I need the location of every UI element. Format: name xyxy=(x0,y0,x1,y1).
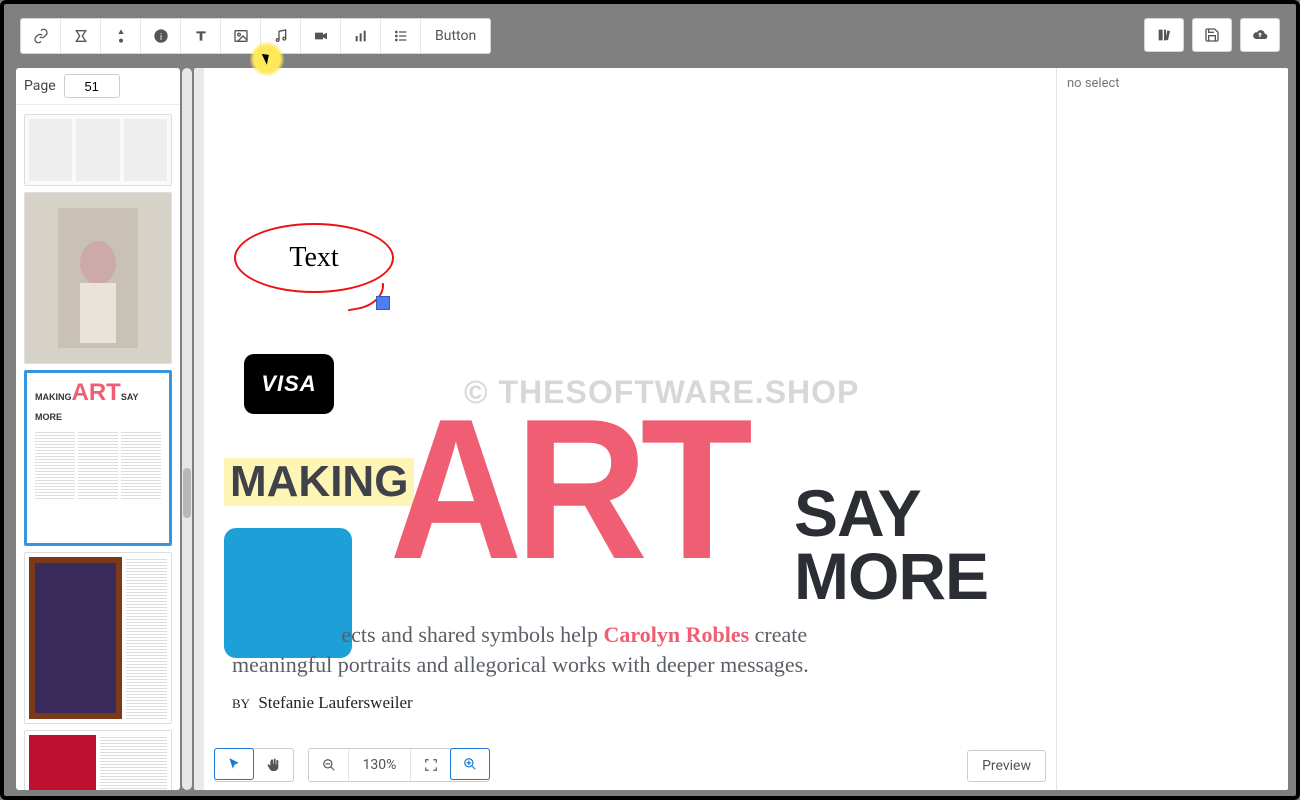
page-jump: Page xyxy=(16,68,180,105)
info-button[interactable]: i xyxy=(141,19,181,53)
page-label: Page xyxy=(24,78,56,94)
insert-group: i Button xyxy=(20,18,491,54)
hand-tool[interactable] xyxy=(253,749,293,781)
article-lede[interactable]: Personal objects and shared symbols help… xyxy=(232,620,882,679)
headline-art[interactable]: ART xyxy=(389,390,745,590)
page-canvas[interactable]: © THESOFTWARE.SHOP Text VISA MAKING ART … xyxy=(204,68,1056,790)
lede-pre: ects and shared symbols help xyxy=(341,622,603,647)
properties-panel: no select xyxy=(1056,68,1288,790)
scrollbar-handle[interactable] xyxy=(183,468,191,518)
pointer-tool[interactable] xyxy=(214,748,254,780)
page-thumb[interactable] xyxy=(24,192,172,364)
zoom-out-button[interactable] xyxy=(309,749,349,781)
page-thumb[interactable] xyxy=(24,114,172,186)
image-button[interactable] xyxy=(221,19,261,53)
list-button[interactable] xyxy=(381,19,421,53)
page-thumb-selected[interactable]: MAKINGARTSAYMORE xyxy=(24,370,172,546)
text-callout[interactable]: Text xyxy=(234,223,394,293)
preview-button[interactable]: Preview xyxy=(967,750,1046,782)
audio-button[interactable] xyxy=(261,19,301,53)
headline-making[interactable]: MAKING xyxy=(224,458,414,506)
sidebar-scrollbar[interactable] xyxy=(182,68,192,790)
headline-more: MORE xyxy=(794,539,988,613)
view-toolbar: 130% xyxy=(214,748,490,782)
video-button[interactable] xyxy=(301,19,341,53)
lede-post1: create xyxy=(749,622,807,647)
text-button[interactable] xyxy=(181,19,221,53)
thumbnail-list[interactable]: MAKINGARTSAYMORE xyxy=(16,104,180,790)
fit-screen-button[interactable] xyxy=(411,749,451,781)
by-name: Stefanie Laufersweiler xyxy=(258,693,412,712)
lede-name: Carolyn Robles xyxy=(604,622,750,647)
zoom-level[interactable]: 130% xyxy=(349,749,411,781)
page-sidebar: Page MAKINGARTSAYMORE xyxy=(16,68,180,790)
paint-button[interactable] xyxy=(101,19,141,53)
button-insert[interactable]: Button xyxy=(421,19,490,53)
chart-button[interactable] xyxy=(341,19,381,53)
main-toolbar: i Button xyxy=(20,18,1280,54)
selection-handle[interactable] xyxy=(376,296,390,310)
selection-status: no select xyxy=(1067,76,1120,91)
upload-button[interactable] xyxy=(1240,18,1280,52)
svg-text:i: i xyxy=(159,32,162,42)
link-button[interactable] xyxy=(21,19,61,53)
zoom-in-button[interactable] xyxy=(450,748,490,780)
save-button[interactable] xyxy=(1192,18,1232,52)
headline-saymore[interactable]: SAY MORE xyxy=(794,482,988,607)
library-button[interactable] xyxy=(1144,18,1184,52)
page-number-input[interactable] xyxy=(64,74,120,98)
page-thumb[interactable] xyxy=(24,552,172,724)
by-label: BY xyxy=(232,696,250,711)
lede-line2: meaningful portraits and allegorical wor… xyxy=(232,652,809,677)
visa-badge[interactable]: VISA xyxy=(244,354,334,414)
canvas-area: © THESOFTWARE.SHOP Text VISA MAKING ART … xyxy=(194,68,1288,790)
byline: BY Stefanie Laufersweiler xyxy=(232,694,413,711)
shape-button[interactable] xyxy=(61,19,101,53)
page-thumb[interactable] xyxy=(24,730,172,790)
